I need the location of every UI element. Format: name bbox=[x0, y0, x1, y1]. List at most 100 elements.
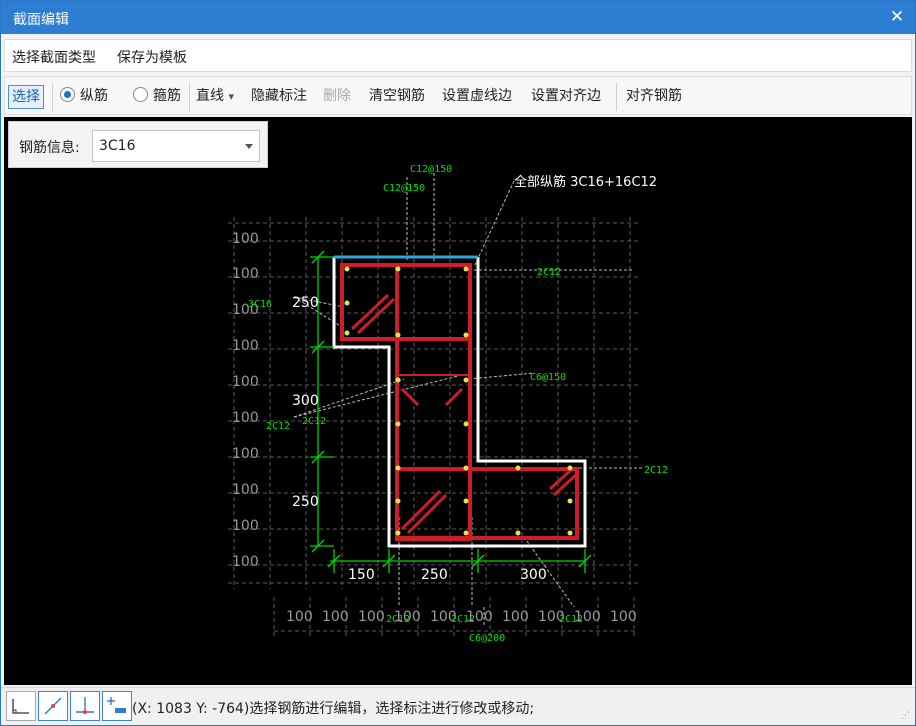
orthogonal-icon bbox=[12, 699, 29, 714]
align-rebar-button[interactable]: 对齐钢筋 bbox=[624, 85, 684, 109]
rebar-annotation: 2C12 bbox=[386, 614, 410, 625]
select-button[interactable]: 选择 bbox=[8, 85, 44, 109]
rebar-annotation: 2C12 bbox=[266, 421, 290, 432]
grid-value-label: 100 bbox=[232, 338, 259, 354]
rebar-dot bbox=[344, 330, 350, 336]
rebar-dot bbox=[395, 498, 401, 504]
grid-value-label: 100 bbox=[232, 518, 259, 534]
radio-unchecked-icon bbox=[133, 87, 148, 102]
rebar-annotation: 3C16 bbox=[248, 299, 272, 310]
section-editor-window: 截面编辑 ✕ 选择截面类型 保存为模板 选择 纵筋 箍筋 直线 ▾ 隐藏标注 删… bbox=[0, 0, 916, 726]
set-dashed-edge-button[interactable]: 设置虚线边 bbox=[440, 85, 514, 109]
rebar-info-label: 钢筋信息: bbox=[19, 140, 80, 156]
rebar-dot bbox=[395, 530, 401, 536]
rebar-info-select[interactable]: 3C16 bbox=[92, 130, 260, 162]
dimension-value: 250 bbox=[421, 567, 448, 583]
dimension-value: 250 bbox=[292, 295, 319, 311]
close-icon[interactable]: ✕ bbox=[885, 5, 909, 29]
chevron-down-icon: ▾ bbox=[228, 90, 234, 103]
radio-checked-icon bbox=[60, 87, 75, 102]
dimension-value: 250 bbox=[292, 494, 319, 510]
rebar-dot bbox=[395, 465, 401, 471]
rebar-dot bbox=[463, 266, 469, 272]
grid-value-label: 100 bbox=[232, 446, 259, 462]
delete-button[interactable]: 删除 bbox=[321, 85, 353, 109]
outline-guide bbox=[334, 257, 585, 546]
section-drawing[interactable]: 100 100 100 100 100 100 100 100 100 100 100 100 100 1… bbox=[4, 117, 912, 685]
status-text: (X: 1083 Y: -764)选择钢筋进行编辑，选择标注进行修改或移动; bbox=[132, 701, 535, 717]
rebar-annotation: 2C12 bbox=[537, 267, 561, 278]
rebar-dot bbox=[344, 300, 350, 306]
toolbar: 选择 纵筋 箍筋 直线 ▾ 隐藏标注 删除 清空钢筋 设置虚线边 设置对齐边 对… bbox=[4, 76, 912, 115]
rebar-annotation: C6@200 bbox=[469, 633, 505, 644]
rebar-dot bbox=[344, 266, 350, 272]
menu-select-section-type[interactable]: 选择截面类型 bbox=[12, 47, 96, 67]
rebar-dot bbox=[463, 465, 469, 471]
dimension-value: 300 bbox=[520, 567, 547, 583]
stirrup-hook bbox=[400, 489, 442, 531]
orthogonal-mode-button[interactable] bbox=[6, 691, 36, 721]
stirrup-hook bbox=[356, 297, 396, 335]
toolbar-separator bbox=[52, 83, 53, 111]
menu-bar: 选择截面类型 保存为模板 bbox=[4, 39, 912, 72]
grid-value-label: 100 bbox=[232, 554, 259, 570]
snap-line-icon bbox=[44, 697, 62, 715]
status-bar: (X: 1083 Y: -764)选择钢筋进行编辑，选择标注进行修改或移动; ⋰ bbox=[1, 687, 915, 725]
stirrup-rect bbox=[340, 263, 472, 341]
rebar-dot bbox=[395, 377, 401, 383]
dimension-value: 300 bbox=[292, 393, 319, 409]
rebar-dot bbox=[463, 498, 469, 504]
rebar-dot bbox=[567, 465, 573, 471]
stirrup-rect bbox=[397, 467, 579, 540]
dimension-value: 150 bbox=[348, 567, 375, 583]
rebar-dot bbox=[515, 530, 521, 536]
longitudinal-radio[interactable]: 纵筋 bbox=[58, 85, 110, 109]
grid-value-label: 100 bbox=[232, 482, 259, 498]
perpendicular-icon bbox=[76, 697, 94, 714]
grid-value-label: 100 bbox=[286, 609, 313, 625]
grid-value-label: 100 bbox=[502, 609, 529, 625]
rebar-annotation: C6@150 bbox=[530, 372, 566, 383]
rebar-dot bbox=[463, 377, 469, 383]
grid-value-label: 100 bbox=[322, 609, 349, 625]
rebar-annotation: 2C12 bbox=[451, 614, 475, 625]
rebar-annotation: 2C12 bbox=[644, 465, 668, 476]
chevron-down-icon bbox=[245, 144, 253, 149]
grid-value-label: 100 bbox=[232, 410, 259, 426]
snap-perpendicular-button[interactable] bbox=[70, 691, 100, 721]
snap-point-button[interactable] bbox=[102, 691, 132, 721]
rebar-dot bbox=[395, 421, 401, 427]
grid-value-label: 100 bbox=[232, 266, 259, 282]
snap-line-button[interactable] bbox=[38, 691, 68, 721]
stirrup-hook bbox=[548, 467, 574, 491]
rebar-annotation: 2C12 bbox=[559, 614, 583, 625]
window-title: 截面编辑 bbox=[13, 12, 69, 28]
rebar-dot bbox=[395, 266, 401, 272]
stirrup-hook bbox=[350, 293, 390, 331]
rebar-dot bbox=[463, 332, 469, 338]
rebar-info-panel: 钢筋信息: 3C16 bbox=[8, 121, 268, 168]
all-longitudinal-annotation: 全部纵筋 3C16+16C12 bbox=[514, 174, 657, 190]
title-bar: 截面编辑 ✕ bbox=[1, 1, 915, 34]
stirrup-hook bbox=[444, 387, 464, 407]
grid-value-label: 100 bbox=[610, 609, 637, 625]
stirrup-label: 箍筋 bbox=[153, 88, 181, 104]
hide-dimension-button[interactable]: 隐藏标注 bbox=[249, 85, 309, 109]
resize-grip-icon[interactable]: ⋰ bbox=[901, 711, 911, 721]
rebar-info-value: 3C16 bbox=[99, 138, 136, 154]
line-dropdown[interactable]: 直线 ▾ bbox=[194, 85, 236, 109]
rebar-dot bbox=[463, 530, 469, 536]
rebar-annotation: 2C12 bbox=[302, 416, 326, 427]
grid-value-label: 100 bbox=[232, 374, 259, 390]
grid-value-label: 100 bbox=[358, 609, 385, 625]
clear-rebar-button[interactable]: 清空钢筋 bbox=[367, 85, 427, 109]
toolbar-separator bbox=[189, 83, 190, 111]
leader-line bbox=[473, 180, 515, 268]
stirrup-hook bbox=[400, 387, 420, 407]
stirrup-radio[interactable]: 箍筋 bbox=[131, 85, 183, 109]
set-align-edge-button[interactable]: 设置对齐边 bbox=[529, 85, 603, 109]
drawing-canvas[interactable]: 100 100 100 100 100 100 100 100 100 100 100 100 100 1… bbox=[4, 117, 912, 685]
menu-save-as-template[interactable]: 保存为模板 bbox=[117, 47, 187, 67]
section-outline bbox=[332, 257, 587, 548]
snap-point-icon bbox=[107, 697, 126, 713]
